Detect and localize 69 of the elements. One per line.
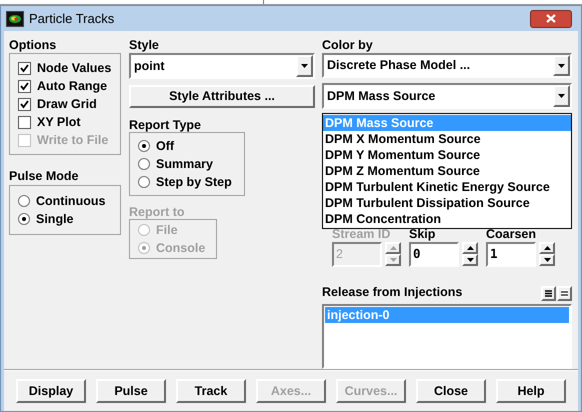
spin-down-button[interactable] [462,254,478,266]
group-label: Report to [129,204,186,219]
up-arrow-icon [390,246,396,250]
down-arrow-icon [390,258,396,262]
checkbox-label: Draw Grid [37,96,97,113]
radio-label: Console [156,240,206,257]
select-all-button[interactable] [541,286,556,302]
radio-label: Step by Step [156,174,232,191]
radio-button[interactable] [138,176,150,188]
group-label: Color by [322,37,374,52]
group-label: Style [129,37,160,52]
dialog-button[interactable]: Pulse [96,379,166,403]
style-attributes-button[interactable]: Style Attributes ... [129,85,315,108]
dialog-button[interactable]: Help [496,379,566,403]
dropdown-option[interactable]: DPM Y Momentum Source [323,147,571,163]
app-icon [6,10,24,26]
caret-icon [558,64,565,68]
color-field-dropdown[interactable]: DPM Mass Source [322,83,572,109]
spinner-label: Coarsen [486,228,538,241]
caret-icon [558,94,565,98]
checkbox-label: XY Plot [37,114,81,131]
checkbox[interactable] [18,98,31,110]
dropdown-option[interactable]: DPM Turbulent Dissipation Source [323,195,571,211]
spinner-label: Stream ID [332,228,392,241]
checkbox[interactable] [18,116,31,128]
dropdown-option[interactable]: DPM Concentration [323,211,571,227]
close-button[interactable] [530,10,572,28]
radio-button[interactable] [138,140,150,152]
list-icon [545,290,552,298]
radio-button[interactable] [18,213,30,225]
number-field[interactable]: 0 [409,242,459,267]
radio-label: Continuous [36,192,106,210]
list-label: Release from Injections [322,284,464,301]
up-arrow-icon [466,246,474,250]
radio-label: Summary [156,156,213,173]
deselect-all-button[interactable] [557,286,572,302]
down-arrow-icon [466,258,474,262]
radio-label: Single [36,210,74,228]
radio-label: File [156,222,178,239]
equals-icon [561,291,568,296]
dialog-button[interactable]: Close [416,379,486,403]
dropdown-option[interactable]: DPM Turbulent Kinetic Energy Source [323,179,571,195]
group-label: Pulse Mode [9,168,80,183]
checkbox-label: Node Values [37,60,112,77]
dialog-button[interactable]: Track [176,379,246,403]
close-icon [546,14,556,23]
up-arrow-icon [544,246,550,250]
radio-button[interactable] [138,158,150,170]
dialog-button[interactable]: Display [16,379,86,403]
checkbox[interactable] [18,62,31,74]
caret-icon [301,64,308,68]
style-dropdown[interactable]: point [129,53,315,79]
color-category-dropdown[interactable]: Discrete Phase Model ... [322,53,572,78]
checkbox[interactable] [18,80,31,92]
group-label: Options [9,37,58,52]
spin-up-button[interactable] [539,242,555,254]
group-label: Report Type [129,117,202,132]
number-field[interactable]: 1 [486,242,536,267]
radio-button[interactable] [18,195,30,207]
spin-up-button[interactable] [462,242,478,254]
spin-down-button[interactable] [539,254,555,266]
checkbox-label: Auto Range [37,78,108,95]
checkbox-label: Write to File [37,132,108,149]
down-arrow-icon [544,258,550,262]
window-title: Particle Tracks [29,10,116,28]
radio-label: Off [156,138,174,155]
dropdown-option[interactable]: DPM X Momentum Source [323,131,571,147]
spinner-label: Skip [409,228,436,241]
dropdown-option[interactable]: DPM Z Momentum Source [323,163,571,179]
